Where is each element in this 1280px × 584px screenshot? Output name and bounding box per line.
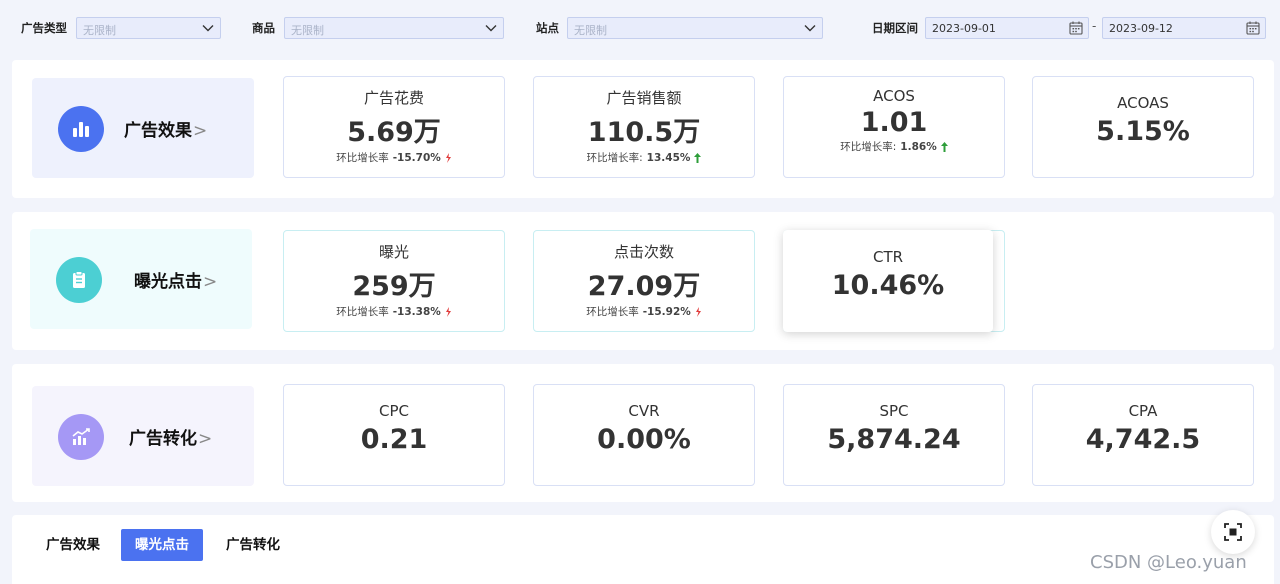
section-exposure-click: 曝光点击> 曝光 259万 环比增长率 -13.38% 点击次数 27.09万 环… xyxy=(12,212,1274,350)
date-start-input[interactable]: 2023-09-01 xyxy=(925,17,1089,39)
product-value: 无限制 xyxy=(291,24,324,37)
date-start-value: 2023-09-01 xyxy=(932,22,996,35)
metric-value: 5.69万 xyxy=(347,117,441,148)
metric-card-cpc[interactable]: CPC 0.21 xyxy=(283,384,505,486)
metric-card-cpa[interactable]: CPA 4,742.5 xyxy=(1032,384,1254,486)
metric-card-clicks[interactable]: 点击次数 27.09万 环比增长率 -15.92% xyxy=(533,230,755,332)
metric-card-ad-sales[interactable]: 广告销售额 110.5万 环比增长率: 13.45% xyxy=(533,76,755,178)
calendar-icon[interactable] xyxy=(1246,21,1260,35)
bar-chart-icon xyxy=(58,106,104,152)
metric-card-acos[interactable]: ACOS 1.01 环比增长率: 1.86% xyxy=(783,76,1005,178)
metric-value: 0.21 xyxy=(360,424,428,455)
site-select[interactable]: 无限制 xyxy=(567,17,823,39)
tab-ad-conversion[interactable]: 广告转化 xyxy=(212,529,294,561)
metric-title: 曝光 xyxy=(378,243,409,261)
metric-card-ad-spend[interactable]: 广告花费 5.69万 环比增长率 -15.70% xyxy=(283,76,505,178)
trend-down-icon xyxy=(445,307,451,317)
metric-rate: 环比增长率 -15.70% xyxy=(284,150,504,165)
metric-title: SPC xyxy=(879,402,909,420)
metric-title: ACOS xyxy=(873,87,915,105)
tab-exposure-click[interactable]: 曝光点击 xyxy=(121,529,203,561)
metric-rate: 环比增长率: 1.86% xyxy=(784,139,1004,154)
tab-ad-effect[interactable]: 广告效果 xyxy=(32,529,114,561)
trend-up-icon xyxy=(694,153,702,163)
chevron-down-icon xyxy=(485,25,497,32)
metric-value: 10.46% xyxy=(831,270,945,301)
metric-value: 5,874.24 xyxy=(827,424,961,455)
calendar-icon[interactable] xyxy=(1069,21,1083,35)
section-ad-conversion: 广告转化> CPC 0.21 CVR 0.00% SPC 5,874.24 CP… xyxy=(12,364,1274,502)
product-select[interactable]: 无限制 xyxy=(284,17,504,39)
date-separator: - xyxy=(1092,19,1097,33)
ad-type-value: 无限制 xyxy=(83,24,116,37)
metric-title: CPA xyxy=(1128,402,1158,420)
exposure-hero[interactable]: 曝光点击> xyxy=(30,229,252,329)
date-range-label: 日期区间 xyxy=(872,21,918,35)
metric-rate: 环比增长率 -13.38% xyxy=(284,304,504,319)
metric-value: 110.5万 xyxy=(587,117,701,148)
site-value: 无限制 xyxy=(574,24,607,37)
trend-down-icon xyxy=(695,307,701,317)
fullscreen-icon xyxy=(1224,523,1242,541)
metric-title: 广告销售额 xyxy=(606,89,682,107)
ad-type-label: 广告类型 xyxy=(21,21,67,35)
metric-value: 259万 xyxy=(352,271,436,302)
metric-value: 5.15% xyxy=(1096,116,1190,147)
metric-title: 广告花费 xyxy=(363,89,424,107)
conversion-hero[interactable]: 广告转化> xyxy=(32,386,254,486)
effect-title: 广告效果> xyxy=(124,121,208,141)
metric-value: 4,742.5 xyxy=(1085,424,1201,455)
clipboard-icon xyxy=(56,257,102,303)
ad-type-select[interactable]: 无限制 xyxy=(76,17,221,39)
metric-title: CVR xyxy=(628,402,660,420)
trend-down-icon xyxy=(445,153,451,163)
chevron-down-icon xyxy=(202,25,214,32)
chevron-down-icon xyxy=(804,25,816,32)
trend-chart-icon xyxy=(58,414,104,460)
filter-bar: 广告类型 无限制 商品 无限制 站点 无限制 日期区间 2023-09-01 -… xyxy=(0,0,1280,58)
conversion-title: 广告转化> xyxy=(129,429,213,449)
fullscreen-button[interactable] xyxy=(1211,510,1255,554)
date-end-value: 2023-09-12 xyxy=(1109,22,1173,35)
metric-title: CTR xyxy=(872,248,904,266)
metric-title: CPC xyxy=(379,402,409,420)
site-label: 站点 xyxy=(536,21,559,35)
metric-title: 点击次数 xyxy=(613,243,674,261)
metric-rate: 环比增长率 -15.92% xyxy=(534,304,754,319)
metric-card-ctr[interactable]: CTR 10.46% xyxy=(783,230,993,332)
section-ad-effect: 广告效果> 广告花费 5.69万 环比增长率 -15.70% 广告销售额 110.… xyxy=(12,60,1274,198)
trend-up-icon xyxy=(940,142,948,152)
metric-title: ACOAS xyxy=(1117,94,1169,112)
product-label: 商品 xyxy=(252,21,275,35)
metric-card-spc[interactable]: SPC 5,874.24 xyxy=(783,384,1005,486)
metric-value: 1.01 xyxy=(860,107,928,138)
metric-card-impressions[interactable]: 曝光 259万 环比增长率 -13.38% xyxy=(283,230,505,332)
metric-card-cvr[interactable]: CVR 0.00% xyxy=(533,384,755,486)
effect-hero[interactable]: 广告效果> xyxy=(32,78,254,178)
metric-value: 0.00% xyxy=(597,424,691,455)
metric-rate: 环比增长率: 13.45% xyxy=(534,150,754,165)
metric-card-acoas[interactable]: ACOAS 5.15% xyxy=(1032,76,1254,178)
exposure-title: 曝光点击> xyxy=(134,272,218,292)
date-end-input[interactable]: 2023-09-12 xyxy=(1102,17,1266,39)
metric-value: 27.09万 xyxy=(587,271,701,302)
watermark: CSDN @Leo.yuan xyxy=(1090,552,1247,573)
tab-bar: 广告效果 曝光点击 广告转化 xyxy=(12,515,1274,584)
